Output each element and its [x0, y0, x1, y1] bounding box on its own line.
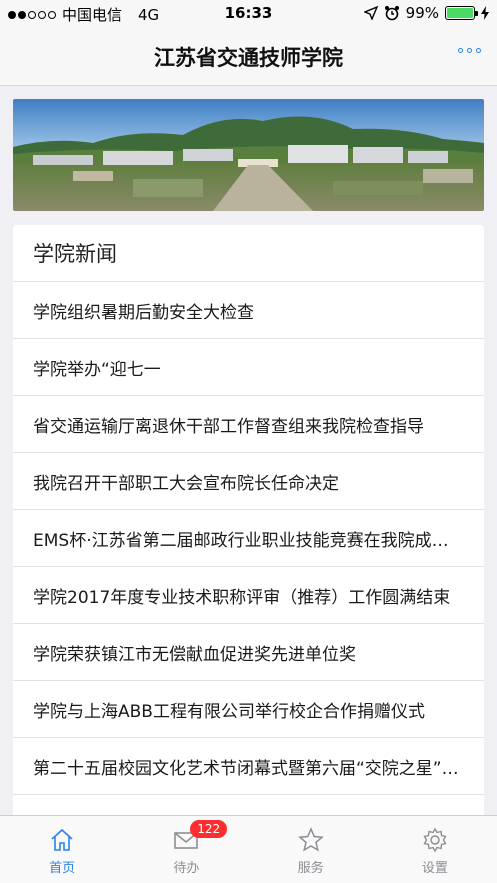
- news-item[interactable]: 学院与上海ABB工程有限公司举行校企合作捐赠仪式: [13, 681, 484, 738]
- status-bar: 中国电信 4G 16:33 99%: [0, 0, 497, 28]
- tab-settings[interactable]: 设置: [373, 816, 497, 883]
- star-icon: [297, 827, 324, 852]
- news-item-title: 省交通运输厅离退休干部工作督查组来我院检查指导: [33, 416, 424, 437]
- news-item-title: 第二十五届校园文化艺术节闭幕式暨第六届“交院之星”颁奖典礼: [33, 758, 464, 779]
- news-section-title: 学院新闻: [13, 225, 484, 282]
- navigation-bar: 江苏省交通技师学院: [0, 28, 497, 86]
- news-item[interactable]: 学院组织暑期后勤安全大检查: [13, 282, 484, 339]
- tab-settings-label: 设置: [421, 861, 448, 876]
- tab-services[interactable]: 服务: [249, 816, 373, 883]
- news-item-title: 学院举办“迎七一: [33, 359, 161, 380]
- news-item-title: 学院2017年度专业技术职称评审（推荐）工作圆满结束: [33, 587, 451, 608]
- tab-home-label: 首页: [49, 861, 76, 876]
- gear-icon: [423, 827, 447, 853]
- news-item[interactable]: 第二十五届校园文化艺术节闭幕式暨第六届“交院之星”颁奖典礼: [13, 738, 484, 795]
- status-right: 99%: [363, 4, 489, 22]
- news-item-title: 学院荣获镇江市无偿献血促进奖先进单位奖: [33, 644, 356, 665]
- location-arrow-icon: [363, 6, 378, 20]
- news-item[interactable]: 省交通运输厅离退休干部工作督查组来我院检查指导: [13, 396, 484, 453]
- battery-icon: [445, 6, 478, 20]
- tab-services-label: 服务: [297, 861, 324, 876]
- campus-banner-image[interactable]: [13, 99, 484, 211]
- todo-count-badge: 122: [190, 820, 228, 838]
- news-item-title: 学院与上海ABB工程有限公司举行校企合作捐赠仪式: [33, 701, 425, 722]
- tab-todo[interactable]: 待办 122: [124, 816, 248, 883]
- tab-home[interactable]: 首页: [0, 816, 124, 883]
- college-news-card: 学院新闻 学院组织暑期后勤安全大检查 学院举办“迎七一 省交通运输厅离退休干部工…: [13, 225, 484, 825]
- news-item[interactable]: 学院2017年度专业技术职称评审（推荐）工作圆满结束: [13, 567, 484, 624]
- news-item[interactable]: EMS杯·江苏省第二届邮政行业职业技能竞赛在我院成功举办: [13, 510, 484, 567]
- news-item[interactable]: 我院召开干部职工大会宣布院长任命决定: [13, 453, 484, 510]
- news-item[interactable]: 学院举办“迎七一: [13, 339, 484, 396]
- page-title: 江苏省交通技师学院: [154, 46, 343, 70]
- bottom-tab-bar: 首页 待办 122 服务 设置: [0, 815, 497, 883]
- battery-percent: 99%: [405, 4, 439, 22]
- news-item[interactable]: 学院荣获镇江市无偿献血促进奖先进单位奖: [13, 624, 484, 681]
- news-item-title: 学院组织暑期后勤安全大检查: [33, 302, 254, 323]
- more-dots-icon[interactable]: [458, 48, 481, 53]
- news-item-title: 我院召开干部职工大会宣布院长任命决定: [33, 473, 339, 494]
- alarm-icon: [384, 6, 399, 21]
- news-item-title: EMS杯·江苏省第二届邮政行业职业技能竞赛在我院成功举办: [33, 530, 464, 551]
- home-icon: [51, 828, 73, 851]
- tab-todo-label: 待办: [173, 861, 200, 876]
- charging-bolt-icon: [481, 6, 489, 20]
